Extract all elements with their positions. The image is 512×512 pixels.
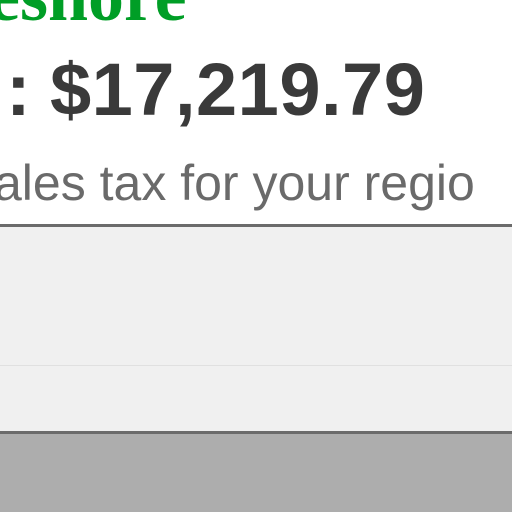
tax-note: ales tax for your regio: [0, 155, 475, 211]
details-panel: [0, 224, 512, 434]
panel-row: [0, 366, 512, 432]
page-title: eshore: [0, 0, 187, 26]
total-price: $17,219.79: [50, 50, 426, 130]
tax-note-line: ales tax for your regio: [0, 152, 512, 214]
footer-bar: [0, 434, 512, 512]
panel-row: [0, 227, 512, 366]
total-price-line: : $17,219.79: [0, 50, 512, 130]
total-label-colon: :: [6, 50, 31, 130]
page-title-container: eshore: [0, 0, 512, 26]
